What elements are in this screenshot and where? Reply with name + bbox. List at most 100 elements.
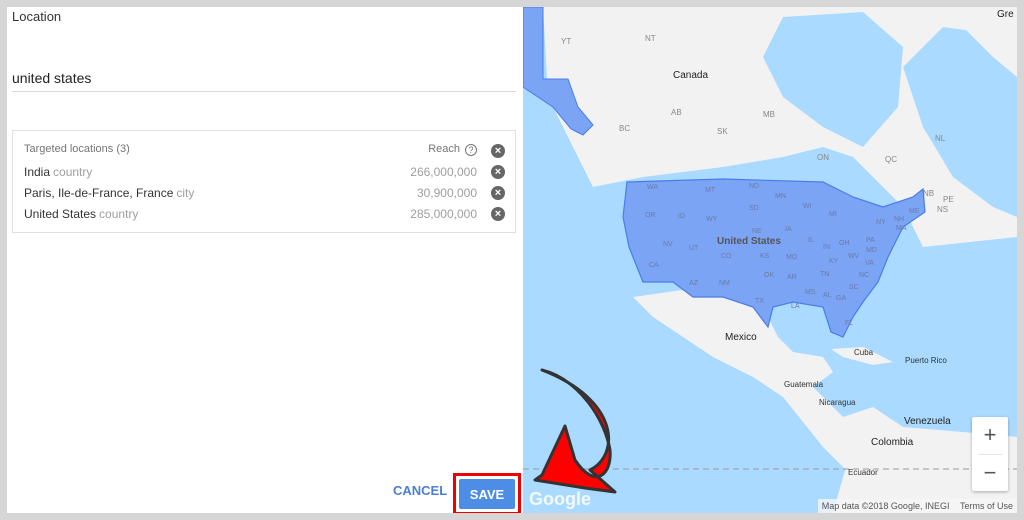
map-attribution: Map data ©2018 Google, INEGI Terms of Us… bbox=[817, 499, 1017, 513]
reach-label: Reach bbox=[428, 143, 460, 155]
state-label: LA bbox=[791, 303, 800, 310]
red-arrow-annotation bbox=[533, 368, 617, 494]
location-editor-panel: Location Targeted locations (3) Reach? ×… bbox=[7, 7, 1017, 513]
state-label: TX bbox=[755, 298, 764, 305]
state-label: KY bbox=[829, 258, 839, 265]
state-label: NC bbox=[859, 272, 870, 279]
targeted-locations-table: Targeted locations (3) Reach? × India cou… bbox=[12, 130, 516, 233]
state-label: SD bbox=[749, 205, 759, 212]
map-zoom-control: + − bbox=[972, 417, 1008, 491]
cancel-button[interactable]: CANCEL bbox=[393, 483, 447, 498]
state-label: CO bbox=[721, 253, 732, 260]
reach-header: Reach? bbox=[428, 143, 477, 156]
targeted-locations-header: Targeted locations (3) Reach? × bbox=[24, 143, 505, 159]
state-label: NM bbox=[719, 280, 730, 287]
remove-location-icon[interactable]: × bbox=[491, 165, 505, 179]
map-label-puerto-rico: Puerto Rico bbox=[905, 356, 947, 365]
state-label: NH bbox=[894, 216, 905, 223]
location-type: country bbox=[99, 207, 139, 221]
state-label: MN bbox=[775, 193, 786, 200]
help-icon[interactable]: ? bbox=[465, 144, 477, 156]
state-label: KS bbox=[760, 253, 770, 260]
state-label: OR bbox=[645, 212, 656, 219]
state-label: NV bbox=[663, 241, 673, 248]
map-label-ab: AB bbox=[671, 108, 682, 117]
state-label: OH bbox=[839, 240, 850, 247]
map-data-text: Map data ©2018 Google, INEGI bbox=[821, 501, 950, 511]
map-label-ns: NS bbox=[937, 205, 949, 214]
state-label: AL bbox=[823, 292, 832, 299]
state-label: TN bbox=[820, 271, 830, 278]
map-label-on: ON bbox=[817, 153, 829, 162]
table-row: United States country 285,000,000 × bbox=[24, 207, 505, 225]
map-label-colombia: Colombia bbox=[871, 437, 914, 448]
state-label: ID bbox=[678, 213, 685, 220]
map-label-sk: SK bbox=[717, 127, 728, 136]
reach-value: 30,900,000 bbox=[416, 186, 477, 200]
map-label-guatemala: Guatemala bbox=[784, 380, 824, 389]
state-label: MT bbox=[705, 187, 716, 194]
remove-location-icon[interactable]: × bbox=[491, 207, 505, 221]
map-label-nb: NB bbox=[923, 189, 935, 198]
state-label: FL bbox=[845, 320, 854, 327]
map-label-yt: YT bbox=[561, 37, 572, 46]
remove-all-icon[interactable]: × bbox=[491, 144, 505, 158]
table-row: Paris, Ile-de-France, France city 30,900,… bbox=[24, 186, 505, 204]
location-type: city bbox=[176, 186, 195, 200]
state-label: IA bbox=[785, 226, 792, 233]
state-label: NE bbox=[752, 228, 762, 235]
map-label-qc: QC bbox=[885, 155, 897, 164]
location-label: Location bbox=[12, 9, 62, 24]
map-label-canada: Canada bbox=[673, 70, 709, 81]
map-label-us: United States bbox=[717, 236, 781, 247]
state-label: AR bbox=[787, 274, 797, 281]
state-label: MO bbox=[786, 254, 798, 261]
state-label: IN bbox=[823, 244, 830, 251]
map-label-greenland: Gre bbox=[997, 9, 1014, 20]
location-type: country bbox=[53, 165, 93, 179]
state-label: WV bbox=[848, 253, 860, 260]
state-label: AZ bbox=[689, 280, 698, 287]
save-highlight-box: SAVE bbox=[453, 473, 521, 513]
location-name: Paris, Ile-de-France, France bbox=[24, 186, 174, 200]
location-form: Location Targeted locations (3) Reach? ×… bbox=[7, 7, 523, 513]
reach-value: 266,000,000 bbox=[410, 165, 477, 179]
state-label: MI bbox=[829, 211, 837, 218]
state-label: WY bbox=[706, 216, 718, 223]
location-search-input[interactable] bbox=[12, 65, 516, 92]
state-label: PA bbox=[866, 237, 875, 244]
map-label-venezuela: Venezuela bbox=[904, 416, 951, 427]
arrow-shape bbox=[533, 368, 617, 494]
terms-of-use-link[interactable]: Terms of Use bbox=[960, 501, 1013, 511]
map-label-pe: PE bbox=[943, 195, 954, 204]
state-label: GA bbox=[836, 295, 847, 302]
state-label: ND bbox=[749, 183, 760, 190]
location-name: United States bbox=[24, 207, 97, 221]
map-label-nt: NT bbox=[645, 34, 656, 43]
map-label-nicaragua: Nicaragua bbox=[819, 398, 856, 407]
map-label-cuba: Cuba bbox=[854, 348, 874, 357]
state-label: NY bbox=[876, 219, 886, 226]
state-label: WA bbox=[647, 184, 659, 191]
state-label: SC bbox=[849, 284, 859, 291]
map-label-mb: MB bbox=[763, 110, 775, 119]
state-label: UT bbox=[689, 245, 699, 252]
state-label: ME bbox=[909, 208, 920, 215]
zoom-in-button[interactable]: + bbox=[972, 417, 1008, 454]
map-label-ecuador: Ecuador bbox=[848, 468, 878, 477]
state-label: MD bbox=[866, 247, 877, 254]
save-button[interactable]: SAVE bbox=[459, 479, 515, 509]
location-name: India bbox=[24, 165, 51, 179]
table-row: India country 266,000,000 × bbox=[24, 165, 505, 183]
targeted-locations-title: Targeted locations (3) bbox=[24, 143, 130, 155]
state-label: VA bbox=[865, 260, 874, 267]
map-label-mexico: Mexico bbox=[725, 332, 757, 343]
map-label-bc: BC bbox=[619, 124, 631, 133]
state-label: MS bbox=[805, 289, 816, 296]
state-label: CA bbox=[649, 262, 659, 269]
zoom-out-button[interactable]: − bbox=[972, 455, 1008, 492]
state-label: IL bbox=[808, 237, 814, 244]
remove-location-icon[interactable]: × bbox=[491, 186, 505, 200]
state-label: WI bbox=[803, 203, 812, 210]
state-label: OK bbox=[764, 272, 775, 279]
